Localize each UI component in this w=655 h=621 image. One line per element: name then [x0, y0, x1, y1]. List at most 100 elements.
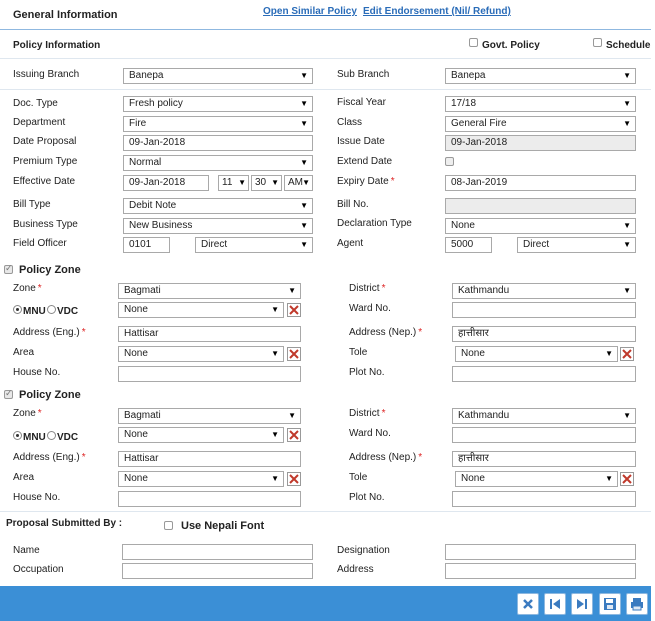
premium-type-select[interactable]: Normal ▼	[123, 155, 313, 171]
sub-branch-label: Sub Branch	[337, 69, 390, 80]
doc-type-select[interactable]: Fresh policy ▼	[123, 96, 313, 112]
use-nepali-font-checkbox[interactable]	[164, 521, 173, 530]
address-nep-input[interactable]: हात्तीसार	[452, 326, 636, 342]
expiry-date-label: Expiry Date *	[337, 176, 395, 187]
save-icon[interactable]	[599, 593, 621, 615]
ward-input[interactable]	[452, 427, 636, 443]
tools-icon[interactable]	[620, 472, 634, 486]
mnu-select[interactable]: None ▼	[118, 302, 284, 318]
tools-icon[interactable]	[620, 347, 634, 361]
address-eng-input[interactable]: Hattisar	[118, 326, 301, 342]
tole-label: Tole	[349, 347, 368, 358]
district-select[interactable]: Kathmandu ▼	[452, 283, 636, 299]
area-label: Area	[13, 347, 35, 358]
schedule-label: Schedule	[606, 40, 651, 51]
date-proposal-input[interactable]: 09-Jan-2018	[123, 135, 313, 151]
expiry-date-input[interactable]: 08-Jan-2019	[445, 175, 636, 191]
policy-zone-1-checkbox[interactable]	[4, 263, 13, 274]
address-eng-label: Address (Eng.) *	[13, 452, 86, 463]
declaration-type-label: Declaration Type	[337, 218, 412, 229]
mnu-radio[interactable]	[13, 431, 22, 440]
mnu-radio[interactable]	[13, 305, 22, 314]
policy-zone-2-title: Policy Zone	[19, 389, 81, 401]
bill-type-select[interactable]: Debit Note ▼	[123, 198, 313, 214]
area-select[interactable]: None ▼	[118, 346, 284, 362]
tole-label: Tole	[349, 472, 368, 483]
address-nep-input[interactable]: हात्तीसार	[452, 451, 636, 467]
tools-icon[interactable]	[287, 428, 301, 442]
fiscal-year-select[interactable]: 17/18 ▼	[445, 96, 636, 112]
edit-endorsement-link[interactable]: Edit Endorsement (Nil/ Refund)	[363, 6, 511, 17]
zone-select[interactable]: Bagmati ▼	[118, 283, 301, 299]
issue-date-label: Issue Date	[337, 136, 385, 147]
ward-input[interactable]	[452, 302, 636, 318]
field-officer-code-input[interactable]: 0101	[123, 237, 170, 253]
agent-code-input[interactable]: 5000	[445, 237, 492, 253]
footer-toolbar	[0, 586, 651, 621]
tools-icon[interactable]	[287, 303, 301, 317]
name-label: Name	[13, 545, 40, 556]
designation-label: Designation	[337, 545, 390, 556]
mnu-label: MNU	[23, 306, 46, 317]
sub-branch-select[interactable]: Banepa ▼	[445, 68, 636, 84]
tole-select[interactable]: None ▼	[455, 471, 618, 487]
govt-policy-checkbox[interactable]	[469, 38, 478, 47]
fiscal-year-label: Fiscal Year	[337, 97, 386, 108]
govt-policy-label: Govt. Policy	[482, 40, 540, 51]
issue-date-input[interactable]: 09-Jan-2018	[445, 135, 636, 151]
first-icon[interactable]	[544, 593, 566, 615]
last-icon[interactable]	[571, 593, 593, 615]
district-label: District *	[349, 283, 386, 294]
bill-type-label: Bill Type	[13, 199, 51, 210]
zone-select[interactable]: Bagmati ▼	[118, 408, 301, 424]
name-input[interactable]	[122, 544, 313, 560]
issuing-branch-select[interactable]: Banepa ▼	[123, 68, 313, 84]
effective-date-label: Effective Date	[13, 176, 76, 187]
designation-input[interactable]	[445, 544, 636, 560]
effective-minute-select[interactable]: 30 ▼	[251, 175, 282, 191]
policy-zone-2-checkbox[interactable]	[4, 388, 13, 399]
zone-label: Zone *	[13, 408, 42, 419]
vdc-radio[interactable]	[47, 305, 56, 314]
plot-no-label: Plot No.	[349, 492, 385, 503]
class-select[interactable]: General Fire ▼	[445, 116, 636, 132]
tole-select[interactable]: None ▼	[455, 346, 618, 362]
declaration-type-select[interactable]: None ▼	[445, 218, 636, 234]
schedule-checkbox[interactable]	[593, 38, 602, 47]
address-input[interactable]	[445, 563, 636, 579]
tools-icon[interactable]	[287, 347, 301, 361]
business-type-select[interactable]: New Business ▼	[123, 218, 313, 234]
field-officer-mode-select[interactable]: Direct ▼	[195, 237, 313, 253]
tools-icon[interactable]	[287, 472, 301, 486]
policy-zone-1-title: Policy Zone	[19, 264, 81, 276]
ward-label: Ward No.	[349, 303, 391, 314]
extend-date-checkbox[interactable]	[445, 157, 454, 166]
occupation-label: Occupation	[13, 564, 64, 575]
address-eng-label: Address (Eng.) *	[13, 327, 86, 338]
use-nepali-font-label: Use Nepali Font	[181, 520, 265, 532]
vdc-radio[interactable]	[47, 431, 56, 440]
house-no-label: House No.	[13, 492, 61, 503]
plot-no-input[interactable]	[452, 491, 636, 507]
bill-no-input[interactable]	[445, 198, 636, 214]
mnu-select[interactable]: None ▼	[118, 427, 284, 443]
section-divider	[0, 89, 651, 90]
open-similar-policy-link[interactable]: Open Similar Policy	[263, 6, 357, 17]
print-icon[interactable]	[626, 593, 648, 615]
plot-no-input[interactable]	[452, 366, 636, 382]
agent-mode-select[interactable]: Direct ▼	[517, 237, 636, 253]
effective-hour-select[interactable]: 11 ▼	[218, 175, 249, 191]
effective-date-input[interactable]: 09-Jan-2018	[123, 175, 209, 191]
district-label: District *	[349, 408, 386, 419]
address-nep-label: Address (Nep.) *	[349, 452, 423, 463]
close-icon[interactable]	[517, 593, 539, 615]
house-no-input[interactable]	[118, 491, 301, 507]
district-select[interactable]: Kathmandu ▼	[452, 408, 636, 424]
address-eng-input[interactable]: Hattisar	[118, 451, 301, 467]
date-proposal-label: Date Proposal	[13, 136, 77, 147]
occupation-input[interactable]	[122, 563, 313, 579]
effective-ampm-select[interactable]: AM ▼	[284, 175, 313, 191]
area-select[interactable]: None ▼	[118, 471, 284, 487]
house-no-input[interactable]	[118, 366, 301, 382]
department-select[interactable]: Fire ▼	[123, 116, 313, 132]
